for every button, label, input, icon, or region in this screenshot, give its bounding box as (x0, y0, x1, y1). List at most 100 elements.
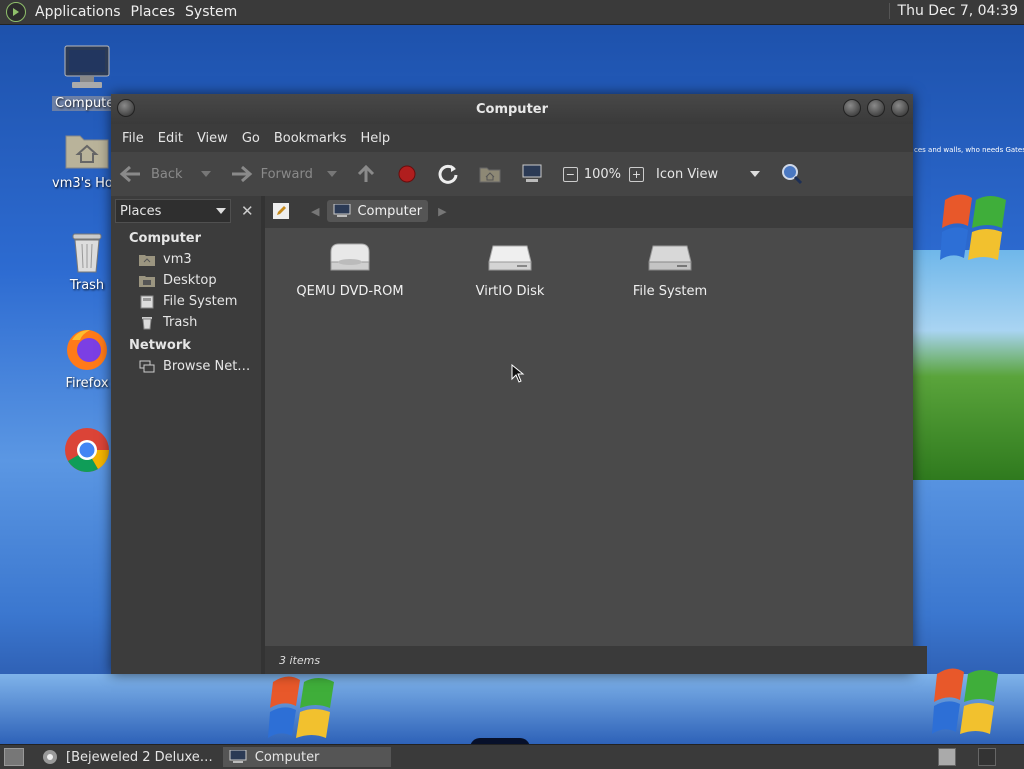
close-button[interactable] (891, 99, 909, 117)
firefox-icon (67, 330, 107, 370)
zoom-control: − 100% + (562, 166, 645, 182)
windows-flag-logo-right (932, 668, 998, 734)
menubar: File Edit View Go Bookmarks Help (111, 124, 913, 152)
file-item-qemu-dvd-rom[interactable]: QEMU DVD-ROM (285, 242, 415, 299)
toolbar: Back Forward − 100% + Icon View (111, 152, 913, 196)
view-mode-select[interactable]: Icon View (656, 167, 766, 182)
clock[interactable]: Thu Dec 7, 04:39 (888, 3, 1018, 19)
search-button[interactable] (780, 163, 812, 185)
home-folder-icon (65, 135, 109, 169)
computer-icon (229, 750, 247, 763)
file-item-file-system[interactable]: File System (605, 242, 735, 299)
edit-location-icon[interactable] (273, 203, 289, 219)
breadcrumb-computer[interactable]: Computer (327, 200, 429, 222)
stop-icon (398, 165, 416, 183)
back-button[interactable]: Back (119, 164, 217, 184)
drive-icon (140, 295, 154, 308)
computer-button[interactable] (521, 164, 551, 184)
sidebar-item-label: Desktop (163, 273, 217, 288)
sidebar-item-file-system[interactable]: File System (111, 291, 261, 312)
task-computer[interactable]: Computer (222, 747, 391, 767)
sidebar-item-label: Trash (163, 315, 198, 330)
menu-places[interactable]: Places (126, 4, 181, 20)
file-item-label: File System (632, 284, 708, 299)
forward-label: Forward (260, 166, 313, 182)
show-desktop-icon[interactable] (4, 748, 24, 766)
file-view: QEMU DVD-ROM VirtIO Disk File System (265, 228, 913, 646)
minimize-button[interactable] (843, 99, 861, 117)
trash-icon (142, 316, 152, 329)
zoom-level: 100% (583, 166, 622, 182)
windows-flag-logo (940, 194, 1006, 260)
network-icon (139, 360, 155, 372)
trash-icon (72, 233, 102, 273)
home-folder-icon (139, 254, 155, 266)
task-label: [Bejeweled 2 Deluxe… (66, 749, 213, 765)
menu-edit[interactable]: Edit (151, 131, 190, 146)
menu-applications[interactable]: Applications (30, 4, 126, 20)
chevron-left-icon[interactable]: ◀ (311, 205, 319, 218)
sidebar-item-desktop[interactable]: Desktop (111, 270, 261, 291)
path-bar: ◀ Computer ▶ (265, 196, 913, 226)
sidebar-selector-value: Places (120, 203, 162, 219)
sidebar: Places ✕ Computer vm3 Desktop File Syste… (111, 196, 261, 674)
chevron-right-icon[interactable]: ▶ (438, 205, 446, 218)
view-mode-value: Icon View (656, 166, 719, 182)
sidebar-item-label: Browse Net… (163, 359, 251, 374)
stop-button[interactable] (397, 164, 425, 184)
menu-help[interactable]: Help (353, 131, 397, 146)
task-bejeweled[interactable]: [Bejeweled 2 Deluxe… (36, 747, 219, 767)
sidebar-item-trash[interactable]: Trash (111, 312, 261, 333)
computer-icon (333, 204, 351, 217)
home-button[interactable] (479, 164, 509, 184)
task-label: Computer (254, 749, 320, 765)
reload-icon (438, 164, 458, 184)
sidebar-selector[interactable]: Places (115, 199, 231, 223)
up-button[interactable] (355, 164, 385, 184)
close-icon[interactable]: ✕ (241, 202, 254, 220)
wallpaper-text: ces and walls, who needs Gates a (914, 146, 1024, 154)
menu-go[interactable]: Go (235, 131, 267, 146)
menu-system[interactable]: System (180, 4, 242, 20)
sidebar-item-label: File System (163, 294, 238, 309)
windows-flag-logo-bottom (268, 676, 334, 738)
workspace-2[interactable] (978, 748, 996, 766)
sidebar-item-vm3[interactable]: vm3 (111, 249, 261, 270)
file-manager-window: Computer File Edit View Go Bookmarks Hel… (111, 94, 927, 674)
maximize-button[interactable] (867, 99, 885, 117)
top-panel: Applications Places System Thu Dec 7, 04… (0, 0, 1024, 25)
sidebar-section-computer: Computer (129, 231, 202, 246)
status-text: 3 items (279, 653, 321, 667)
menu-bookmarks[interactable]: Bookmarks (267, 131, 354, 146)
wallpaper-landscape (900, 250, 1024, 480)
mouse-cursor-icon (511, 364, 525, 383)
chevron-down-icon[interactable] (326, 171, 337, 177)
sidebar-header: Places ✕ (111, 196, 261, 226)
reload-button[interactable] (437, 163, 467, 185)
up-arrow-icon (357, 164, 374, 182)
sidebar-section-network: Network (129, 338, 191, 353)
file-item-virtio-disk[interactable]: VirtIO Disk (445, 242, 575, 299)
zoom-in-icon[interactable]: + (629, 166, 645, 182)
window-titlebar[interactable]: Computer (111, 94, 913, 124)
chrome-icon (43, 750, 57, 764)
sidebar-item-label: vm3 (163, 252, 192, 267)
breadcrumb-label: Computer (357, 203, 423, 219)
window-menu-button[interactable] (117, 99, 135, 117)
hard-disk-icon (648, 245, 692, 271)
zoom-out-icon[interactable]: − (562, 166, 578, 182)
computer-icon (522, 164, 542, 182)
distro-logo-icon[interactable] (6, 2, 26, 22)
workspace-1[interactable] (938, 748, 956, 766)
sidebar-item-browse-network[interactable]: Browse Net… (111, 356, 261, 377)
status-bar: 3 items (265, 646, 927, 674)
optical-drive-icon (330, 243, 370, 271)
search-icon (782, 164, 803, 185)
menu-view[interactable]: View (190, 131, 235, 146)
menu-file[interactable]: File (115, 131, 151, 146)
chevron-down-icon (750, 171, 761, 177)
chevron-down-icon (216, 208, 226, 214)
forward-button[interactable]: Forward (229, 164, 343, 184)
chevron-down-icon[interactable] (200, 171, 211, 177)
window-title: Computer (475, 101, 549, 117)
